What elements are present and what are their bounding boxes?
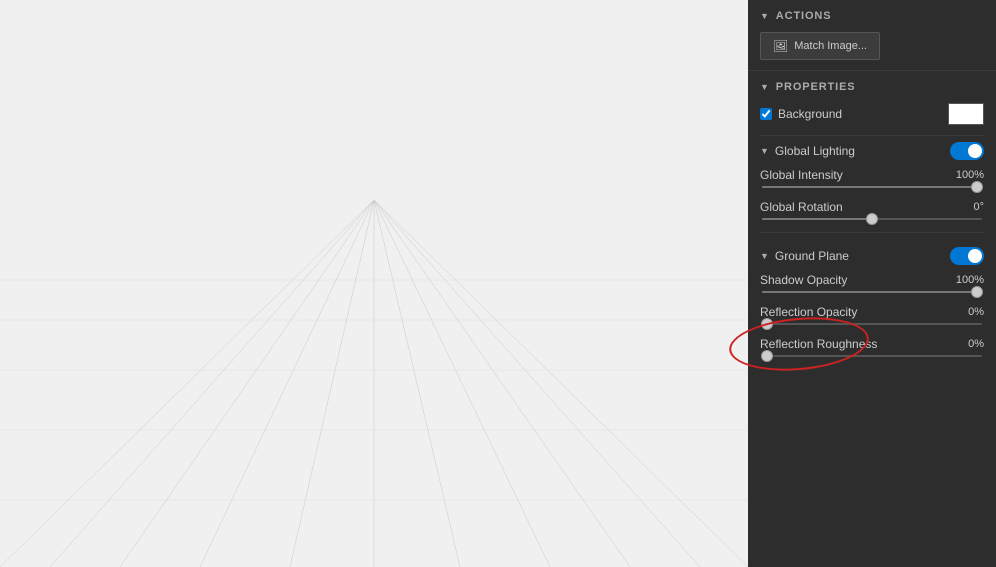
shadow-opacity-row: Shadow Opacity 100%: [760, 273, 984, 293]
ground-plane-chevron-icon: ▼: [760, 251, 769, 261]
global-rotation-value: 0°: [973, 201, 984, 213]
ground-plane-title: ▼ Ground Plane: [760, 249, 849, 263]
background-label-group: Background: [760, 107, 842, 121]
reflection-opacity-thumb[interactable]: [761, 318, 773, 330]
divider-1: [760, 135, 984, 136]
reflection-opacity-row: Reflection Opacity 0%: [760, 305, 984, 325]
reflection-opacity-value: 0%: [968, 306, 984, 318]
shadow-opacity-value: 100%: [956, 274, 984, 286]
global-lighting-chevron-icon: ▼: [760, 146, 769, 156]
reflection-opacity-track[interactable]: [762, 323, 982, 325]
reflection-roughness-track[interactable]: [762, 355, 982, 357]
global-lighting-label: Global Lighting: [775, 144, 855, 158]
global-rotation-track[interactable]: [762, 218, 982, 220]
match-image-button[interactable]: 🖼 Match Image...: [760, 32, 880, 60]
actions-header: ▼ ACTIONS: [760, 10, 984, 22]
ground-plane-header: ▼ Ground Plane: [760, 247, 984, 265]
properties-panel: ▼ ACTIONS 🖼 Match Image... ▼ PROPERTIES …: [748, 0, 996, 567]
global-intensity-label: Global Intensity: [760, 168, 843, 182]
global-intensity-fill: [762, 186, 982, 188]
reflection-roughness-label: Reflection Roughness: [760, 337, 877, 351]
reflection-roughness-label-row: Reflection Roughness 0%: [760, 337, 984, 351]
global-intensity-thumb[interactable]: [971, 181, 983, 193]
global-rotation-label: Global Rotation: [760, 200, 843, 214]
reflection-roughness-row: Reflection Roughness 0%: [760, 337, 984, 357]
global-intensity-label-row: Global Intensity 100%: [760, 168, 984, 182]
match-image-label: Match Image...: [794, 40, 867, 52]
global-intensity-track[interactable]: [762, 186, 982, 188]
background-row: Background: [760, 103, 984, 125]
global-rotation-row: Global Rotation 0°: [760, 200, 984, 220]
global-lighting-toggle[interactable]: [950, 142, 984, 160]
shadow-opacity-label: Shadow Opacity: [760, 273, 847, 287]
global-rotation-label-row: Global Rotation 0°: [760, 200, 984, 214]
background-label: Background: [778, 107, 842, 121]
global-intensity-row: Global Intensity 100%: [760, 168, 984, 188]
shadow-opacity-fill: [762, 291, 982, 293]
divider-2: [760, 232, 984, 233]
reflection-roughness-thumb[interactable]: [761, 350, 773, 362]
background-color-swatch[interactable]: [948, 103, 984, 125]
global-lighting-title: ▼ Global Lighting: [760, 144, 855, 158]
actions-title: ACTIONS: [776, 10, 832, 22]
global-intensity-value: 100%: [956, 169, 984, 181]
global-rotation-thumb[interactable]: [866, 213, 878, 225]
background-checkbox[interactable]: [760, 108, 772, 120]
properties-title: PROPERTIES: [776, 81, 856, 93]
properties-chevron-icon: ▼: [760, 82, 770, 92]
global-lighting-header: ▼ Global Lighting: [760, 142, 984, 160]
reflection-opacity-label: Reflection Opacity: [760, 305, 857, 319]
global-rotation-fill: [762, 218, 872, 220]
ground-plane-label: Ground Plane: [775, 249, 849, 263]
reflection-roughness-value: 0%: [968, 338, 984, 350]
actions-section: ▼ ACTIONS 🖼 Match Image...: [748, 0, 996, 71]
shadow-opacity-thumb[interactable]: [971, 286, 983, 298]
properties-header: ▼ PROPERTIES: [760, 81, 984, 93]
canvas-viewport: [0, 0, 748, 567]
match-image-icon: 🖼: [773, 39, 788, 53]
shadow-opacity-track[interactable]: [762, 291, 982, 293]
shadow-opacity-label-row: Shadow Opacity 100%: [760, 273, 984, 287]
reflection-opacity-label-row: Reflection Opacity 0%: [760, 305, 984, 319]
actions-chevron-icon: ▼: [760, 11, 770, 21]
ground-plane-toggle[interactable]: [950, 247, 984, 265]
properties-section: ▼ PROPERTIES Background ▼ Global Lightin…: [748, 71, 996, 379]
